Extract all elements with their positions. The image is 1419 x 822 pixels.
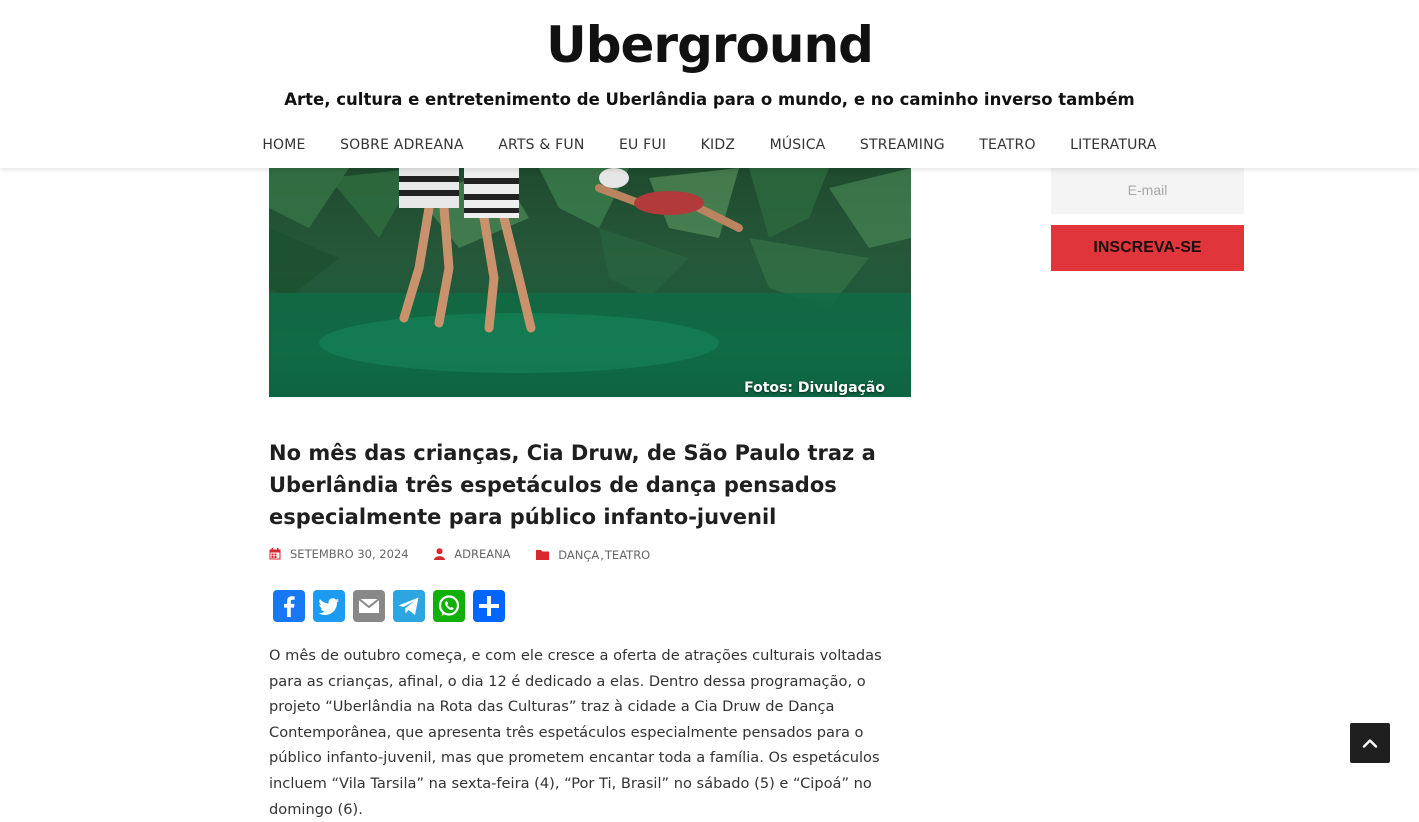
post-meta: SETEMBRO 30, 2024 ADREANA DANÇA, TEATRO bbox=[269, 547, 672, 563]
category-link-teatro[interactable]: TEATRO bbox=[605, 548, 650, 562]
nav-item-kidz[interactable]: KIDZ bbox=[701, 137, 735, 153]
newsletter-email-input[interactable] bbox=[1051, 166, 1244, 214]
share-more-button[interactable] bbox=[473, 590, 505, 622]
post-body: O mês de outubro começa, e com ele cresc… bbox=[269, 643, 919, 822]
nav-item-musica[interactable]: MÚSICA bbox=[770, 137, 826, 153]
post-author-text: ADREANA bbox=[454, 547, 511, 561]
facebook-share-button[interactable] bbox=[273, 590, 305, 622]
user-icon bbox=[434, 548, 446, 560]
site-title[interactable]: Uberground bbox=[0, 10, 1419, 80]
nav-item-sobre-adreana[interactable]: SOBRE ADREANA bbox=[340, 137, 464, 153]
site-header: Uberground Arte, cultura e entreteniment… bbox=[0, 0, 1419, 168]
whatsapp-share-button[interactable] bbox=[433, 590, 465, 622]
subscribe-button[interactable]: INSCREVA-SE bbox=[1051, 225, 1244, 271]
featured-image[interactable]: Fotos: Divulgação bbox=[269, 168, 911, 397]
nav-item-streaming[interactable]: STREAMING bbox=[860, 137, 945, 153]
share-icon bbox=[479, 596, 499, 616]
category-separator: , bbox=[600, 547, 604, 562]
photo-credit: Fotos: Divulgação bbox=[744, 380, 885, 396]
post-paragraph: O mês de outubro começa, e com ele cresc… bbox=[269, 647, 882, 818]
calendar-icon bbox=[269, 548, 281, 560]
telegram-share-button[interactable] bbox=[393, 590, 425, 622]
telegram-icon bbox=[398, 597, 419, 615]
share-bar bbox=[273, 590, 505, 622]
post-author[interactable]: ADREANA bbox=[434, 547, 511, 561]
site-tagline: Arte, cultura e entretenimento de Uberlâ… bbox=[284, 90, 1135, 109]
whatsapp-icon bbox=[438, 595, 460, 616]
post-categories: DANÇA, TEATRO bbox=[536, 548, 650, 562]
nav-item-teatro[interactable]: TEATRO bbox=[979, 137, 1035, 153]
post-title[interactable]: No mês das crianças, Cia Druw, de São Pa… bbox=[269, 437, 929, 533]
email-icon bbox=[358, 598, 380, 613]
twitter-icon bbox=[318, 598, 339, 615]
post-date[interactable]: SETEMBRO 30, 2024 bbox=[269, 547, 409, 561]
nav-item-literatura[interactable]: LITERATURA bbox=[1070, 137, 1157, 153]
scroll-to-top-button[interactable] bbox=[1350, 723, 1390, 763]
nav-item-eu-fui[interactable]: EU FUI bbox=[619, 137, 666, 153]
main-nav: HOME SOBRE ADREANA ARTS & FUN EU FUI KID… bbox=[0, 137, 1419, 153]
category-link-danca[interactable]: DANÇA bbox=[558, 548, 599, 562]
twitter-share-button[interactable] bbox=[313, 590, 345, 622]
nav-item-arts-fun[interactable]: ARTS & FUN bbox=[498, 137, 584, 153]
facebook-icon bbox=[284, 596, 295, 617]
dance-photo-illustration bbox=[269, 168, 911, 397]
email-share-button[interactable] bbox=[353, 590, 385, 622]
folder-icon bbox=[536, 550, 550, 560]
nav-item-home[interactable]: HOME bbox=[262, 137, 305, 153]
chevron-up-icon bbox=[1362, 739, 1378, 748]
post-date-text: SETEMBRO 30, 2024 bbox=[290, 547, 409, 561]
